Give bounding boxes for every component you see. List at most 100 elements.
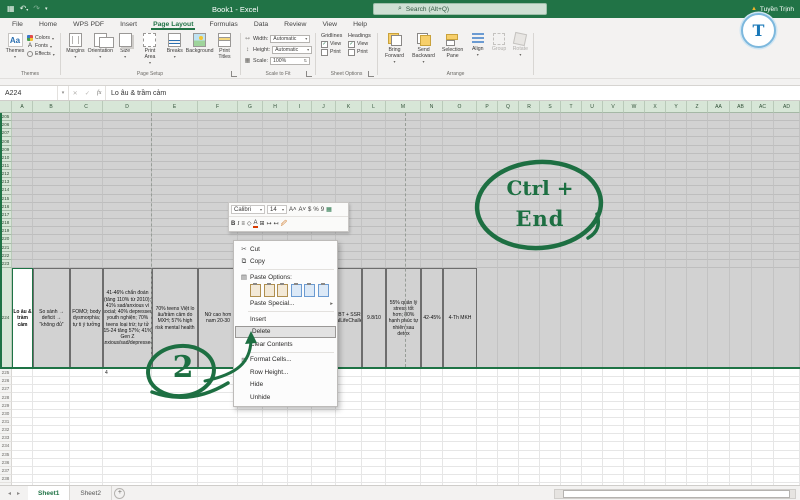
cell-U225[interactable] [582, 368, 603, 378]
cell-S236[interactable] [540, 458, 561, 467]
cell-K205[interactable] [336, 113, 362, 122]
column-header-A[interactable]: A [12, 101, 33, 113]
cell-V226[interactable] [603, 377, 624, 386]
cell-U207[interactable] [582, 129, 603, 138]
horizontal-scrollbar[interactable] [554, 489, 796, 499]
cell-J211[interactable] [312, 161, 336, 171]
cell-C221[interactable] [70, 243, 103, 252]
cell-U237[interactable] [582, 466, 603, 475]
cell-Q236[interactable] [498, 458, 519, 467]
cell-C222[interactable] [70, 251, 103, 260]
cell-J205[interactable] [312, 113, 336, 122]
cell-I236[interactable] [288, 458, 312, 467]
cell-T230[interactable] [561, 409, 582, 418]
cell-P233[interactable] [477, 434, 498, 443]
cell-Q223[interactable] [498, 259, 519, 268]
cell-I209[interactable] [288, 145, 312, 154]
cell-S221[interactable] [540, 243, 561, 252]
cell-X206[interactable] [645, 121, 666, 130]
cell-Y212[interactable] [666, 170, 687, 179]
cell-C214[interactable] [70, 186, 103, 195]
sheet-tab-sheet2[interactable]: Sheet2 [70, 486, 112, 500]
cell-AB232[interactable] [730, 426, 752, 435]
column-header-O[interactable]: O [443, 101, 477, 113]
cell-M231[interactable] [386, 417, 421, 427]
cell-X205[interactable] [645, 113, 666, 122]
sheet-tab-sheet1[interactable]: Sheet1 [28, 486, 71, 500]
cell-D209[interactable] [103, 145, 152, 154]
cell-A230[interactable] [12, 409, 33, 418]
cell-C208[interactable] [70, 137, 103, 146]
column-header-Z[interactable]: Z [687, 101, 708, 113]
cell-X232[interactable] [645, 426, 666, 435]
column-header-I[interactable]: I [288, 101, 312, 113]
cell-W223[interactable] [624, 259, 645, 268]
cell-M227[interactable] [386, 385, 421, 394]
cell-D208[interactable] [103, 137, 152, 146]
cell-V207[interactable] [603, 129, 624, 138]
cell-R233[interactable] [519, 434, 540, 443]
cell-E236[interactable] [152, 458, 198, 467]
cell-AB224[interactable] [730, 267, 752, 369]
scale-value-scale[interactable]: 100% ⇅ [269, 56, 310, 65]
cell-I211[interactable] [288, 161, 312, 171]
cell-P215[interactable] [477, 194, 498, 203]
cell-J231[interactable] [312, 417, 336, 427]
cell-M237[interactable] [386, 466, 421, 475]
cell-R205[interactable] [519, 113, 540, 122]
cell-C219[interactable] [70, 227, 103, 236]
cell-X208[interactable] [645, 137, 666, 146]
cell-AD227[interactable] [774, 385, 800, 394]
cell-Y222[interactable] [666, 251, 687, 260]
cell-Q215[interactable] [498, 194, 519, 203]
cell-Y213[interactable] [666, 178, 687, 187]
cell-O214[interactable] [443, 186, 477, 195]
cell-P228[interactable] [477, 393, 498, 402]
cell-V235[interactable] [603, 450, 624, 459]
cell-V233[interactable] [603, 434, 624, 443]
column-header-G[interactable]: G [238, 101, 263, 113]
cell-W205[interactable] [624, 113, 645, 122]
cell-K208[interactable] [336, 137, 362, 146]
cell-F229[interactable] [198, 401, 238, 410]
cell-L211[interactable] [362, 161, 386, 171]
cell-W226[interactable] [624, 377, 645, 386]
cell-B210[interactable] [33, 153, 70, 162]
cell-B219[interactable] [33, 227, 70, 236]
cell-L216[interactable] [362, 202, 386, 211]
cell-K238[interactable] [336, 475, 362, 484]
cell-Q229[interactable] [498, 401, 519, 410]
cell-E206[interactable] [152, 121, 198, 130]
cell-H214[interactable] [263, 186, 288, 195]
cell-A208[interactable] [12, 137, 33, 146]
cell-Y224[interactable] [666, 267, 687, 369]
cell-AC214[interactable] [752, 186, 774, 195]
cell-AA207[interactable] [708, 129, 730, 138]
menu-item-delete[interactable]: Delete [235, 325, 336, 338]
cell-A224[interactable]: Lo âu & trầm cảm [12, 267, 33, 369]
cell-F213[interactable] [198, 178, 238, 187]
cell-V232[interactable] [603, 426, 624, 435]
cell-N237[interactable] [421, 466, 443, 475]
cell-Y228[interactable] [666, 393, 687, 402]
cell-E229[interactable] [152, 401, 198, 410]
cell-P223[interactable] [477, 259, 498, 268]
cell-U210[interactable] [582, 153, 603, 162]
cell-B213[interactable] [33, 178, 70, 187]
cell-I206[interactable] [288, 121, 312, 130]
cell-T215[interactable] [561, 194, 582, 203]
cell-Y235[interactable] [666, 450, 687, 459]
cell-Z210[interactable] [687, 153, 708, 162]
cell-S211[interactable] [540, 161, 561, 171]
customize-qat-icon[interactable]: ▾ [45, 6, 48, 12]
cell-T214[interactable] [561, 186, 582, 195]
cell-AB233[interactable] [730, 434, 752, 443]
cell-R218[interactable] [519, 219, 540, 228]
cell-AA223[interactable] [708, 259, 730, 268]
cell-AD233[interactable] [774, 434, 800, 443]
cell-Z208[interactable] [687, 137, 708, 146]
cell-AB207[interactable] [730, 129, 752, 138]
cell-L213[interactable] [362, 178, 386, 187]
cell-C207[interactable] [70, 129, 103, 138]
cell-AC222[interactable] [752, 251, 774, 260]
